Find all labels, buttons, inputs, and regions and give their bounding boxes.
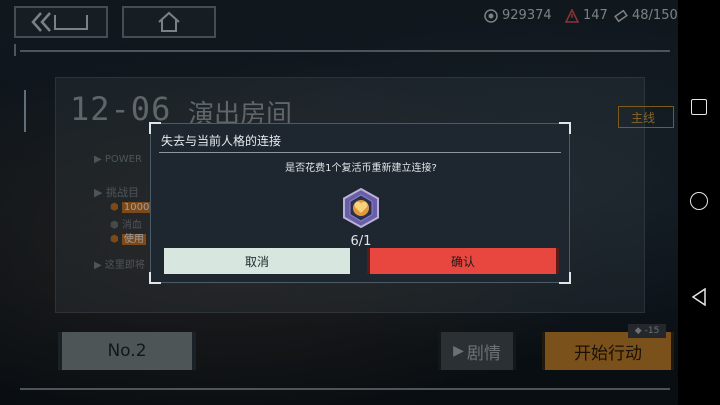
cancel-label: 取消: [244, 254, 269, 269]
confirm-button[interactable]: 确认: [367, 248, 559, 274]
coin-count: 6/1: [350, 234, 372, 249]
confirm-label: 确认: [450, 254, 475, 269]
cancel-button[interactable]: 取消: [161, 248, 353, 274]
system-navigation-bar: [678, 0, 720, 405]
dialog-divider: [159, 152, 561, 153]
dialog-title: 失去与当前人格的连接: [161, 134, 282, 148]
revive-dialog: 失去与当前人格的连接 是否花费1个复活币重新建立连接? 6/1 取消 确认: [149, 122, 571, 284]
dialog-corner-br: [559, 272, 571, 284]
dialog-corner-tr: [559, 122, 571, 134]
game-scene: 929374 147 48/150 + 12-06 演出房间 主线 ▶ POWE…: [0, 0, 720, 405]
dialog-corner-bl: [149, 272, 161, 284]
back-triangle-icon[interactable]: [691, 288, 707, 307]
dialog-message: 是否花费1个复活币重新建立连接?: [285, 163, 437, 174]
dialog-corner-tl: [149, 122, 161, 134]
recent-apps-button[interactable]: [691, 98, 707, 115]
home-system-button[interactable]: [690, 192, 708, 211]
revive-coin-icon: [343, 188, 379, 228]
